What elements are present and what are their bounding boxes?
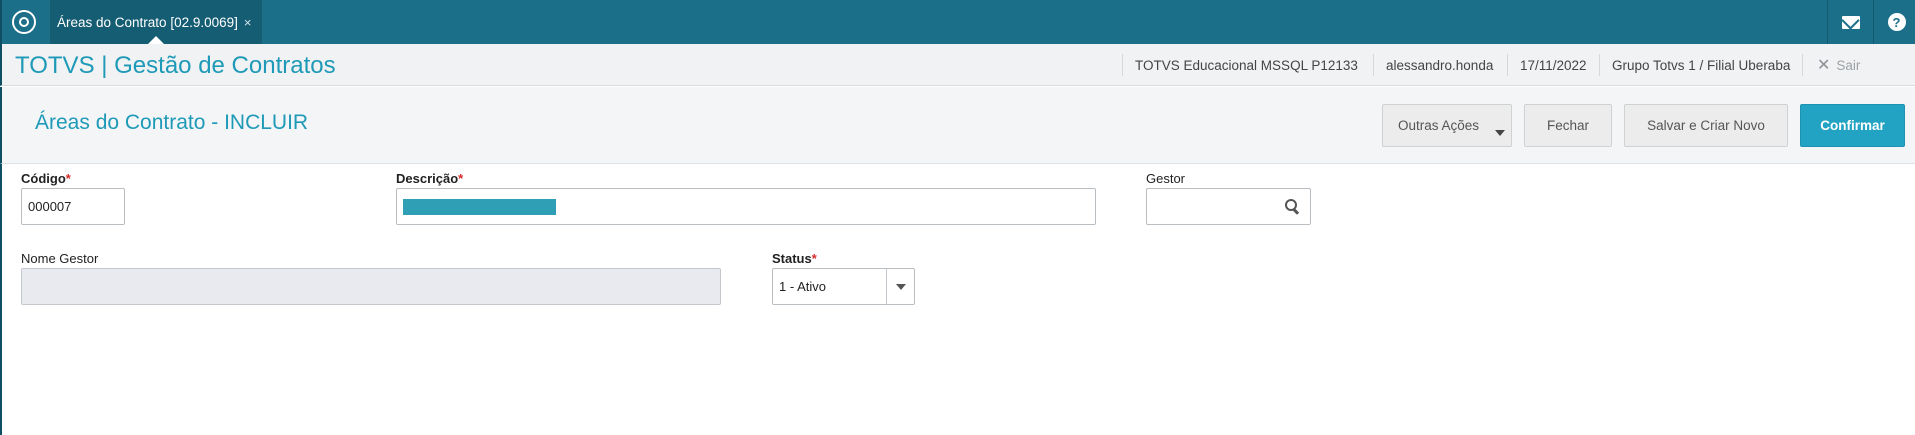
top-bar: Áreas do Contrato [02.9.0069] × ? [0, 0, 1915, 44]
tab-close-icon[interactable]: × [244, 15, 252, 30]
app-header: TOTVS | Gestão de Contratos TOTVS Educac… [0, 44, 1915, 86]
codigo-label-text: Código [21, 171, 66, 186]
page-title: Áreas do Contrato - INCLUIR [35, 111, 309, 134]
company-info[interactable]: Grupo Totvs 1 / Filial Uberaba [1599, 54, 1802, 76]
close-button[interactable]: Fechar [1524, 104, 1612, 147]
mail-icon [1841, 15, 1860, 29]
totvs-logo-icon[interactable] [12, 10, 36, 34]
server-info: TOTVS Educacional MSSQL P12133 [1122, 54, 1370, 76]
date-info: 17/11/2022 [1507, 54, 1599, 76]
close-icon: ✕ [1817, 57, 1831, 74]
required-mark: * [811, 251, 817, 266]
descricao-selected-text [403, 199, 556, 215]
search-icon[interactable] [1284, 198, 1300, 214]
tab-title: Áreas do Contrato [02.9.0069] [57, 14, 238, 30]
help-icon: ? [1887, 13, 1906, 31]
left-border [0, 164, 2, 435]
user-info: alessandro.honda [1373, 54, 1505, 76]
status-label: Status* [772, 251, 817, 266]
gestor-label: Gestor [1146, 171, 1186, 186]
codigo-label: Código* [21, 171, 71, 186]
status-select[interactable]: 1 - Ativo [772, 268, 915, 305]
tab-active-indicator [148, 36, 164, 44]
status-label-text: Status [772, 251, 812, 266]
page-header: Áreas do Contrato - INCLUIR Outras Ações… [0, 87, 1915, 164]
required-mark: * [458, 171, 464, 186]
descricao-field[interactable] [396, 188, 1096, 225]
tab-areas-do-contrato[interactable]: Áreas do Contrato [02.9.0069] × [50, 0, 262, 44]
app-title: TOTVS | Gestão de Contratos [15, 52, 336, 79]
codigo-value: 000007 [28, 199, 72, 214]
mail-button[interactable] [1827, 0, 1873, 44]
nome-gestor-field [21, 268, 721, 305]
confirm-button[interactable]: Confirmar [1800, 104, 1905, 147]
descricao-label-text: Descrição [396, 171, 459, 186]
save-and-new-button[interactable]: Salvar e Criar Novo [1624, 104, 1788, 147]
codigo-field[interactable]: 000007 [21, 188, 125, 225]
chevron-down-icon[interactable] [886, 269, 914, 304]
nome-gestor-label: Nome Gestor [21, 251, 99, 266]
gestor-field[interactable] [1146, 188, 1311, 225]
other-actions-button[interactable]: Outras Ações [1382, 104, 1512, 147]
other-actions-label: Outras Ações [1398, 118, 1480, 133]
descricao-label: Descrição* [396, 171, 463, 186]
logout-button[interactable]: ✕ Sair [1802, 54, 1860, 76]
status-value: 1 - Ativo [779, 279, 826, 294]
required-mark: * [65, 171, 71, 186]
help-button[interactable]: ? [1873, 0, 1915, 44]
logout-label: Sair [1836, 57, 1861, 73]
caret-down-icon [1495, 130, 1505, 136]
